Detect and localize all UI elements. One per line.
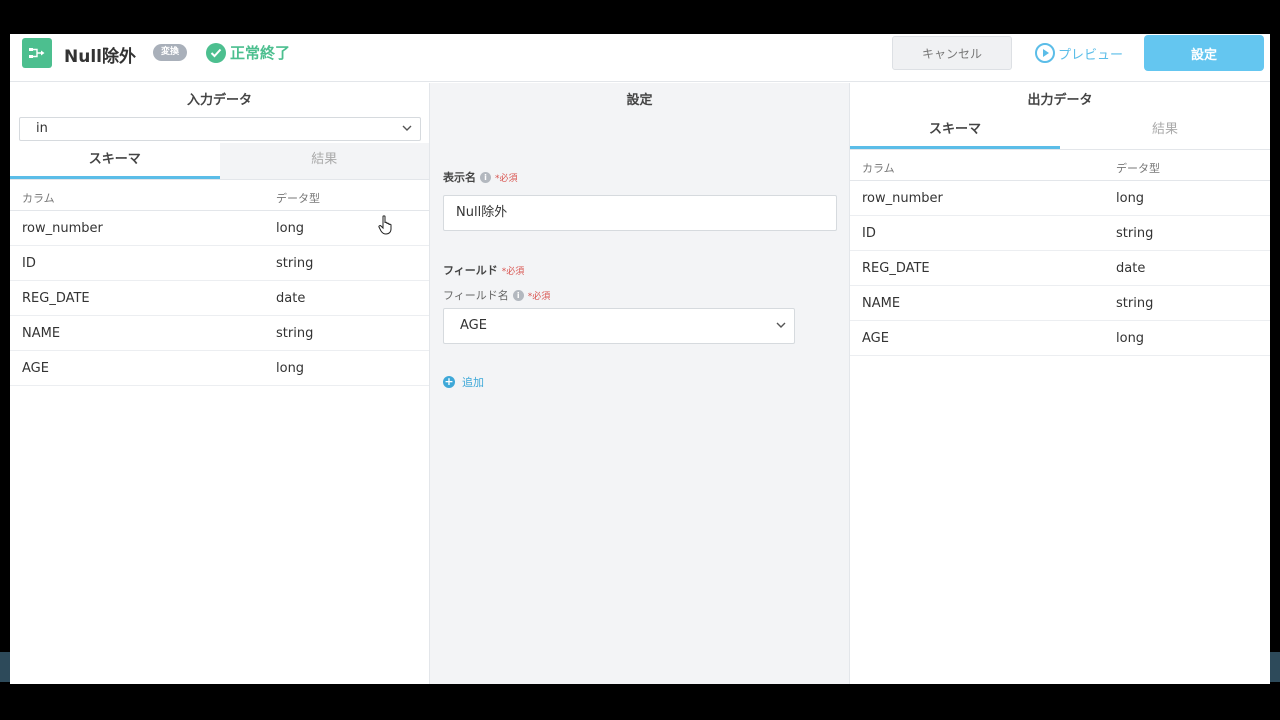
table-row: ID string (10, 246, 429, 281)
table-row: ID string (850, 216, 1270, 251)
column-type: string (276, 256, 314, 271)
column-name: ID (22, 256, 36, 271)
column-name: REG_DATE (22, 291, 90, 306)
field-section-label-row: フィールド *必須 (443, 262, 524, 278)
preview-label: プレビュー (1058, 47, 1124, 63)
input-panel-title: 入力データ (186, 93, 252, 108)
info-icon: i (480, 171, 491, 183)
table-row: row_number long (10, 211, 429, 246)
column-type: long (276, 221, 305, 236)
output-schema-rows: row_number long ID string REG_DATE date NAM… (850, 181, 1270, 356)
column-header-type: データ型 (1116, 162, 1160, 175)
tab-input-results[interactable]: 結果 (219, 143, 429, 179)
column-type: date (276, 291, 306, 306)
column-name: ID (862, 226, 876, 241)
table-row: REG_DATE date (10, 281, 429, 316)
column-name: AGE (862, 331, 889, 346)
input-tabs: スキーマ 結果 (10, 143, 429, 180)
column-type: long (1116, 191, 1145, 206)
background-strip-right (1270, 652, 1280, 682)
play-circle-icon (1035, 43, 1055, 63)
output-tabs: スキーマ 結果 (850, 113, 1270, 150)
table-row: NAME string (10, 316, 429, 351)
output-panel-title: 出力データ (1027, 93, 1093, 108)
table-row: REG_DATE date (850, 251, 1270, 286)
field-name-label: フィールド名 (443, 289, 509, 302)
check-circle-icon (206, 42, 226, 63)
input-source-select[interactable]: in (19, 117, 421, 141)
node-settings-dialog: Null除外 変換 正常終了 キャンセル プレビュー 設定 入力データ in ス… (10, 34, 1270, 684)
column-name: NAME (862, 296, 901, 311)
field-name-value: AGE (460, 318, 487, 333)
cancel-button[interactable]: キャンセル (892, 36, 1012, 70)
input-source-value: in (36, 121, 48, 136)
add-label: 追加 (462, 376, 484, 389)
column-name: NAME (22, 326, 61, 341)
tab-output-results[interactable]: 結果 (1060, 113, 1270, 149)
table-row: AGE long (10, 351, 429, 386)
chevron-down-icon (402, 125, 412, 131)
display-name-label: 表示名 (443, 171, 476, 184)
plus-circle-icon: + (443, 375, 455, 388)
column-type: string (276, 326, 314, 341)
field-name-label-row: フィールド名 i *必須 (443, 287, 550, 303)
status-text: 正常終了 (230, 44, 291, 62)
chevron-down-icon (776, 322, 786, 328)
preview-button[interactable]: プレビュー (1034, 40, 1123, 66)
transform-node-icon (22, 38, 52, 68)
input-schema-rows: row_number long ID string REG_DATE date NAM… (10, 211, 429, 386)
node-title: Null除外 (64, 47, 136, 67)
required-marker: *必須 (495, 173, 518, 184)
column-name: row_number (862, 191, 943, 206)
column-type: string (1116, 226, 1154, 241)
column-header-name: カラム (22, 192, 55, 205)
input-data-panel: 入力データ in スキーマ 結果 カラム データ型 row_number long… (10, 83, 430, 684)
output-schema-header: カラム データ型 (850, 151, 1270, 181)
hand-pointer-icon (378, 215, 392, 235)
table-row: row_number long (850, 181, 1270, 216)
column-type: long (1116, 331, 1145, 346)
settings-panel: 設定 表示名 i *必須 Null除外 フィールド *必須 フィールド名 i *… (430, 83, 850, 684)
table-row: NAME string (850, 286, 1270, 321)
display-name-input[interactable]: Null除外 (443, 195, 837, 231)
status-indicator: 正常終了 (206, 42, 290, 63)
field-section-label: フィールド (443, 264, 498, 277)
input-schema-header: カラム データ型 (10, 181, 429, 211)
column-type: string (1116, 296, 1154, 311)
add-field-button[interactable]: + 追加 (443, 374, 484, 390)
column-header-type: データ型 (276, 192, 320, 205)
set-button[interactable]: 設定 (1144, 35, 1264, 71)
node-type-badge: 変換 (153, 44, 188, 61)
required-marker: *必須 (527, 291, 551, 302)
column-header-name: カラム (862, 162, 895, 175)
dialog-header: Null除外 変換 正常終了 キャンセル プレビュー 設定 (10, 34, 1270, 82)
required-marker: *必須 (501, 266, 525, 277)
tab-output-schema[interactable]: スキーマ (850, 113, 1060, 149)
column-type: long (276, 361, 305, 376)
info-icon: i (512, 289, 524, 301)
background-strip-left (0, 652, 10, 682)
display-name-label-row: 表示名 i *必須 (443, 169, 518, 185)
column-name: AGE (22, 361, 49, 376)
settings-panel-title: 設定 (626, 93, 653, 108)
tab-input-schema[interactable]: スキーマ (10, 143, 220, 179)
column-name: row_number (22, 221, 103, 236)
output-data-panel: 出力データ スキーマ 結果 カラム データ型 row_number long ID… (850, 83, 1270, 684)
field-name-select[interactable]: AGE (443, 308, 795, 344)
column-type: date (1116, 261, 1146, 276)
table-row: AGE long (850, 321, 1270, 356)
column-name: REG_DATE (862, 261, 930, 276)
